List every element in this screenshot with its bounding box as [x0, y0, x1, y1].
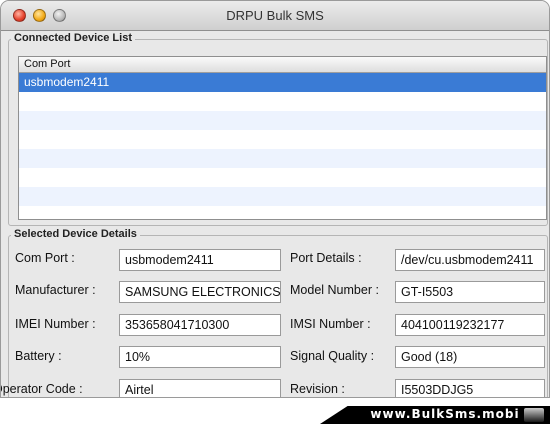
imsi-number-label: IMSI Number :: [290, 317, 371, 331]
operator-code-label: Operator Code :: [0, 382, 83, 396]
model-number-field[interactable]: GT-I5503: [395, 281, 545, 303]
signal-quality-label: Signal Quality :: [290, 349, 375, 363]
manufacturer-field[interactable]: SAMSUNG ELECTRONICS: [119, 281, 281, 303]
banner-gloss: [524, 408, 544, 422]
com-port-label: Com Port :: [15, 251, 75, 265]
list-item[interactable]: usbmodem2411: [19, 73, 546, 92]
device-list[interactable]: Com Port usbmodem2411: [18, 56, 547, 220]
manufacturer-label: Manufacturer :: [15, 283, 96, 297]
list-item-empty: [19, 111, 546, 130]
list-item-empty: [19, 187, 546, 206]
revision-label: Revision :: [290, 382, 345, 396]
website-banner: www.BulkSms.mobi: [320, 406, 550, 424]
com-port-field[interactable]: usbmodem2411: [119, 249, 281, 271]
connected-device-legend: Connected Device List: [11, 32, 135, 44]
list-item-empty: [19, 92, 546, 111]
list-item-empty: [19, 130, 546, 149]
list-item-empty: [19, 149, 546, 168]
column-header-com-port[interactable]: Com Port: [19, 57, 546, 73]
battery-field[interactable]: 10%: [119, 346, 281, 368]
model-number-label: Model Number :: [290, 283, 379, 297]
battery-label: Battery :: [15, 349, 62, 363]
window-title: DRPU Bulk SMS: [226, 8, 324, 23]
imsi-number-field[interactable]: 404100119232177: [395, 314, 545, 336]
signal-quality-field[interactable]: Good (18): [395, 346, 545, 368]
device-details-legend: Selected Device Details: [11, 228, 140, 240]
imei-number-field[interactable]: 353658041710300: [119, 314, 281, 336]
app-window: DRPU Bulk SMS Connected Device List Com …: [0, 0, 550, 398]
revision-field[interactable]: I5503DDJG5: [395, 379, 545, 397]
imei-number-label: IMEI Number :: [15, 317, 96, 331]
list-item-empty: [19, 168, 546, 187]
operator-code-field[interactable]: Airtel: [119, 379, 281, 397]
port-details-label: Port Details :: [290, 251, 362, 265]
title-bar: DRPU Bulk SMS: [1, 1, 549, 31]
website-banner-text: www.BulkSms.mobi: [370, 407, 520, 421]
port-details-field[interactable]: /dev/cu.usbmodem2411: [395, 249, 545, 271]
